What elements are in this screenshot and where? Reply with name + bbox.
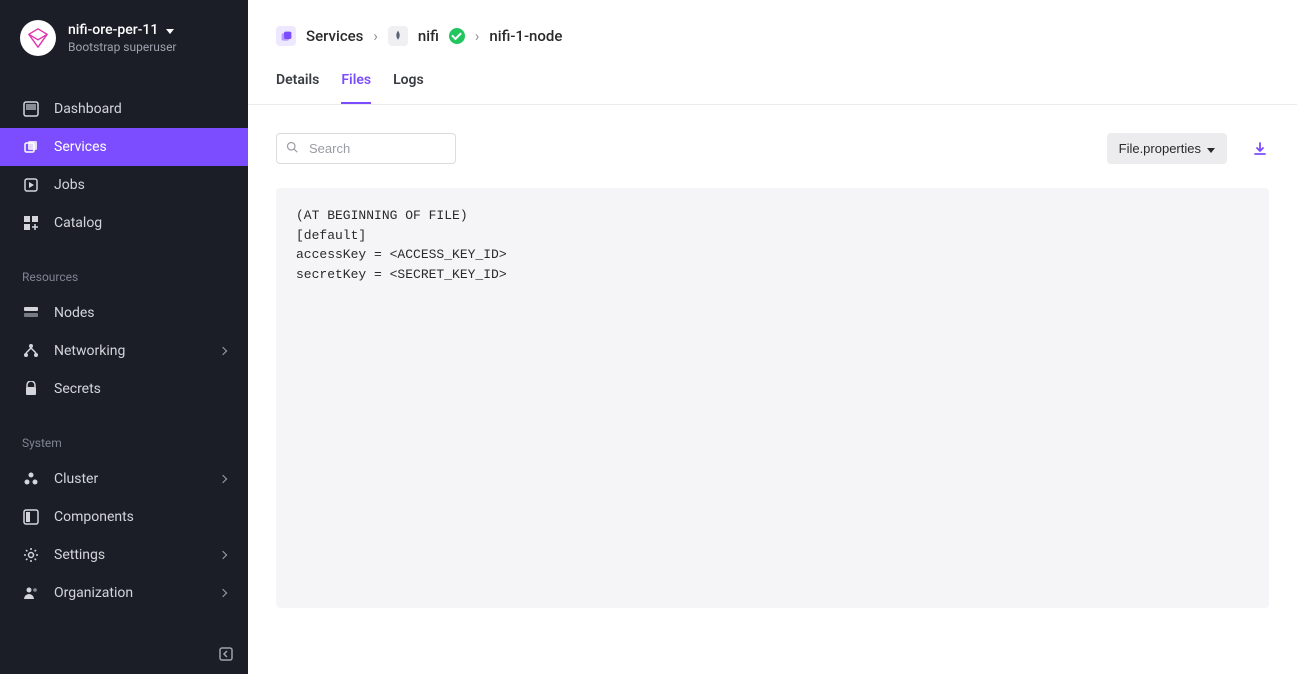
content-area: File.properties (AT BEGINNING OF FILE) [… xyxy=(248,105,1297,674)
services-icon xyxy=(22,138,40,156)
sidebar-item-label: Catalog xyxy=(54,215,226,231)
collapse-sidebar-button[interactable] xyxy=(216,644,236,664)
search-wrapper xyxy=(276,133,456,164)
org-subtitle: Bootstrap superuser xyxy=(68,40,177,54)
sidebar-item-label: Services xyxy=(54,139,226,155)
org-switcher[interactable]: nifi-ore-per-11 Bootstrap superuser xyxy=(68,22,177,54)
file-content-viewer: (AT BEGINNING OF FILE) [default] accessK… xyxy=(276,188,1269,608)
sidebar-item-label: Settings xyxy=(54,547,206,563)
chevron-right-icon xyxy=(220,474,226,485)
nav-heading-resources: Resources xyxy=(0,260,248,294)
breadcrumb: Services › nifi › nifi-1-node xyxy=(276,26,1269,46)
sidebar-item-label: Components xyxy=(54,509,226,525)
sidebar-item-label: Networking xyxy=(54,343,206,359)
tab-files[interactable]: Files xyxy=(341,72,371,104)
tab-details[interactable]: Details xyxy=(276,72,319,104)
sidebar-item-catalog[interactable]: Catalog xyxy=(0,204,248,242)
file-selector-dropdown[interactable]: File.properties xyxy=(1107,133,1227,164)
breadcrumb-separator: › xyxy=(373,27,378,45)
nodes-icon xyxy=(22,304,40,322)
header: Services › nifi › nifi-1-node Details Fi… xyxy=(248,0,1297,105)
caret-down-icon xyxy=(1205,141,1215,156)
catalog-icon xyxy=(22,214,40,232)
sidebar-item-jobs[interactable]: Jobs xyxy=(0,166,248,204)
breadcrumb-node: nifi-1-node xyxy=(489,27,562,45)
sidebar-item-organization[interactable]: Organization xyxy=(0,574,248,612)
nav-heading-system: System xyxy=(0,426,248,460)
sidebar-item-cluster[interactable]: Cluster xyxy=(0,460,248,498)
sidebar-item-settings[interactable]: Settings xyxy=(0,536,248,574)
status-healthy-icon xyxy=(449,28,465,44)
jobs-icon xyxy=(22,176,40,194)
logo-icon xyxy=(27,27,49,49)
nav-section-resources: Resources Nodes Networking Secrets xyxy=(0,260,248,408)
download-button[interactable] xyxy=(1251,140,1269,158)
toolbar: File.properties xyxy=(276,133,1269,164)
search-icon xyxy=(286,141,298,157)
caret-down-icon xyxy=(164,22,174,38)
sidebar-item-label: Nodes xyxy=(54,305,226,321)
sidebar-item-label: Organization xyxy=(54,585,206,601)
breadcrumb-service[interactable]: nifi xyxy=(418,27,439,45)
services-breadcrumb-icon xyxy=(276,26,296,46)
organization-icon xyxy=(22,584,40,602)
sidebar-item-label: Secrets xyxy=(54,381,226,397)
breadcrumb-separator: › xyxy=(475,27,480,45)
sidebar-item-label: Cluster xyxy=(54,471,206,487)
nifi-service-icon xyxy=(388,26,408,46)
networking-icon xyxy=(22,342,40,360)
nav-section-system: System Cluster Components Settings Organ… xyxy=(0,426,248,612)
org-name: nifi-ore-per-11 xyxy=(68,22,158,38)
nav-section-main: Dashboard Services Jobs Catalog xyxy=(0,90,248,242)
breadcrumb-services[interactable]: Services xyxy=(306,27,363,45)
sidebar-item-networking[interactable]: Networking xyxy=(0,332,248,370)
search-input[interactable] xyxy=(276,133,456,164)
avatar xyxy=(20,20,56,56)
chevron-right-icon xyxy=(220,550,226,561)
sidebar-item-label: Dashboard xyxy=(54,101,226,117)
tabs: Details Files Logs xyxy=(276,72,1269,104)
chevron-right-icon xyxy=(220,346,226,357)
sidebar-item-nodes[interactable]: Nodes xyxy=(0,294,248,332)
sidebar-footer xyxy=(0,636,248,674)
sidebar-header: nifi-ore-per-11 Bootstrap superuser xyxy=(0,0,248,72)
sidebar-item-label: Jobs xyxy=(54,177,226,193)
tab-logs[interactable]: Logs xyxy=(393,72,424,104)
toolbar-right: File.properties xyxy=(1107,133,1269,164)
sidebar: nifi-ore-per-11 Bootstrap superuser Dash… xyxy=(0,0,248,674)
settings-icon xyxy=(22,546,40,564)
chevron-right-icon xyxy=(220,588,226,599)
cluster-icon xyxy=(22,470,40,488)
sidebar-item-services[interactable]: Services xyxy=(0,128,248,166)
secrets-icon xyxy=(22,380,40,398)
sidebar-item-dashboard[interactable]: Dashboard xyxy=(0,90,248,128)
dashboard-icon xyxy=(22,100,40,118)
sidebar-item-components[interactable]: Components xyxy=(0,498,248,536)
components-icon xyxy=(22,508,40,526)
main-content: Services › nifi › nifi-1-node Details Fi… xyxy=(248,0,1297,674)
sidebar-item-secrets[interactable]: Secrets xyxy=(0,370,248,408)
